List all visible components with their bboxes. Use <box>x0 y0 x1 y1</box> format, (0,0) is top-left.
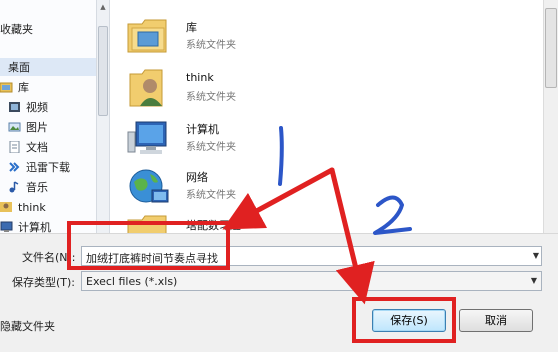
nav-scrollbar[interactable]: ▲ <box>96 0 110 233</box>
hide-folders-label: 隐藏文件夹 <box>0 320 55 333</box>
computer-icon <box>126 116 170 160</box>
annotation-box-filename <box>67 221 230 270</box>
nav-item-documents[interactable]: 文档 <box>8 138 48 156</box>
file-list: 库 系统文件夹 think 系统文件夹 计算机 系统文件夹 网络 系统文件夹 塔… <box>111 0 543 233</box>
file-list-scrollbar-thumb[interactable] <box>545 8 557 88</box>
hide-folders-toggle[interactable]: 隐藏文件夹 <box>0 318 55 334</box>
nav-item-label: 迅雷下载 <box>26 161 70 174</box>
scroll-up-icon[interactable]: ▲ <box>97 0 109 14</box>
file-name: 网络 <box>186 171 208 184</box>
file-item-library[interactable]: 库 系统文件夹 <box>126 14 306 62</box>
cancel-button[interactable]: 取消 <box>459 309 533 332</box>
nav-item-library[interactable]: 库 <box>0 78 29 96</box>
download-icon <box>8 161 21 173</box>
file-type: 系统文件夹 <box>186 142 236 153</box>
nav-item-pictures[interactable]: 图片 <box>8 118 48 136</box>
computer-icon <box>0 221 13 233</box>
chevron-down-icon[interactable]: ▼ <box>531 276 537 285</box>
video-icon <box>8 101 21 113</box>
file-type: 系统文件夹 <box>186 190 236 201</box>
nav-item-label: 计算机 <box>18 221 51 233</box>
music-icon <box>8 181 21 193</box>
file-item-computer[interactable]: 计算机 系统文件夹 <box>126 116 306 164</box>
picture-icon <box>8 121 21 133</box>
file-name: 计算机 <box>186 123 219 136</box>
chevron-down-icon[interactable]: ▼ <box>533 251 539 260</box>
nav-item-label: 图片 <box>26 121 48 134</box>
library-icon <box>0 81 13 93</box>
file-list-scrollbar[interactable] <box>543 0 558 233</box>
nav-scrollbar-thumb[interactable] <box>98 26 108 116</box>
user-folder-icon <box>126 66 170 110</box>
file-name: think <box>186 71 214 84</box>
library-folder-icon <box>126 14 170 58</box>
nav-item-music[interactable]: 音乐 <box>8 178 48 196</box>
nav-item-label: 视频 <box>26 101 48 114</box>
filetype-value: Execl files (*.xls) <box>86 275 178 288</box>
navigation-pane: 收藏夹 桌面 库 视频 图片 文档 迅雷下载 音乐 think 计算机 <box>0 0 96 233</box>
browse-pane: 收藏夹 桌面 库 视频 图片 文档 迅雷下载 音乐 think 计算机 ▲ 库 … <box>0 0 558 233</box>
file-name: 库 <box>186 21 197 34</box>
nav-item-label: 音乐 <box>26 181 48 194</box>
file-type: 系统文件夹 <box>186 40 236 51</box>
nav-item-think[interactable]: think <box>0 198 46 216</box>
filetype-label: 保存类型(T): <box>12 276 76 289</box>
nav-item-video[interactable]: 视频 <box>8 98 48 116</box>
file-type: 系统文件夹 <box>186 92 236 103</box>
nav-item-label: 桌面 <box>8 61 30 74</box>
nav-item-computer[interactable]: 计算机 <box>0 218 51 233</box>
nav-item-label: 库 <box>18 81 29 94</box>
nav-item-desktop[interactable]: 桌面 <box>0 58 96 76</box>
annotation-box-save <box>352 297 456 343</box>
file-item-think[interactable]: think 系统文件夹 <box>126 66 306 114</box>
document-icon <box>8 140 21 154</box>
nav-item-favorites[interactable]: 收藏夹 <box>0 20 33 38</box>
file-item-network[interactable]: 网络 系统文件夹 <box>126 164 306 212</box>
nav-item-downloads[interactable]: 迅雷下载 <box>8 158 70 176</box>
nav-item-label: 收藏夹 <box>0 23 33 36</box>
nav-item-label: think <box>18 200 46 214</box>
nav-item-label: 文档 <box>26 141 48 154</box>
filetype-select[interactable]: Execl files (*.xls) ▼ <box>81 271 542 291</box>
network-icon <box>126 164 170 208</box>
user-icon <box>0 201 13 213</box>
